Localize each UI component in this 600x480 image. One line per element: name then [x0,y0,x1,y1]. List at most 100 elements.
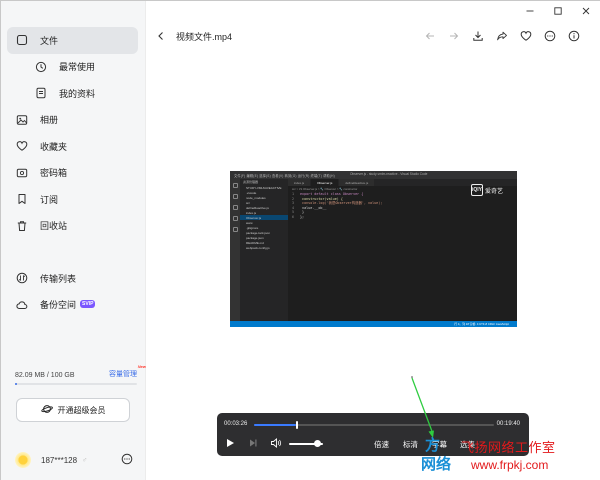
skip-next-icon [250,439,257,447]
image-icon [15,113,29,127]
storage-manage-link[interactable]: 容量管理 New [109,364,146,379]
video-vscode-activity-bar [230,179,240,321]
clock-icon [34,60,48,74]
video-vscode-body: 资源管理器 STUDY-VMLM-REACTIVE .vscode node_m… [230,179,517,321]
minimize-icon [526,10,534,12]
sidebar-item-backup[interactable]: 备份空间 SVIP [7,292,138,319]
more-icon[interactable] [121,453,133,467]
speed-button[interactable]: 倍速 [374,439,389,450]
video-vscode-titlebar: 文件(F) 编辑(E) 选择(S) 查看(V) 转到(G) 运行(R) 终端(T… [230,171,517,179]
bookmark-icon [15,192,29,206]
storage-info: 82.09 MB / 100 GB 容量管理 New [15,364,146,385]
sidebar-item-safe[interactable]: 密码箱 [7,160,138,187]
git-icon [232,205,238,210]
cloud-icon [15,298,29,312]
quality-button[interactable]: 标清 [403,439,418,450]
sidebar-item-label: 传输列表 [40,273,77,284]
gender-icon: ♂ [82,456,88,464]
progress-bar[interactable] [254,421,494,429]
progress-fill [254,424,296,426]
sidebar-item-subscribe[interactable]: 订阅 [7,186,138,213]
back-button[interactable] [154,29,168,43]
sidebar-item-label: 备份空间 [40,300,77,311]
volume-button[interactable] [268,436,284,450]
video-explorer-file: webpack.config.js [246,245,270,250]
explorer-icon [232,183,238,188]
viewer-tools [418,28,586,44]
video-vscode-explorer: 资源管理器 STUDY-VMLM-REACTIVE .vscode node_m… [240,179,288,321]
avatar[interactable] [15,452,31,468]
sidebar-item-files[interactable]: 文件 [7,27,138,54]
prev-icon [425,32,434,40]
svip-badge: SVIP [80,299,96,308]
prev-button[interactable] [418,28,442,44]
progress-knob[interactable] [296,421,298,429]
sidebar-item-label: 最常使用 [59,62,96,73]
open-vip-button[interactable]: 开通超级会员 [16,398,130,422]
extensions-icon [232,227,238,232]
more-icon [544,30,556,42]
sidebar-item-label: 收藏夹 [40,141,68,152]
user-panel: 187***128 ♂ [15,450,133,470]
share-button[interactable] [490,28,514,44]
storage-bar-fill [15,383,17,385]
volume-knob[interactable] [314,440,322,447]
video-status-text: 行 4，列 18 空格: 4 UTF-8 CRLF JavaScript [454,322,509,326]
favorite-icon [520,31,532,41]
info-button[interactable] [562,28,586,44]
next-episode-button[interactable] [246,436,260,450]
open-vip-label: 开通超级会员 [57,405,106,415]
watermark-logo: 方 网络 [420,432,460,476]
trash-icon [15,219,29,233]
video-vscode-statusbar: 行 4，列 18 空格: 4 UTF-8 CRLF JavaScript [230,321,517,327]
download-button[interactable] [466,28,490,44]
new-tag: New [137,364,146,369]
next-icon [450,32,459,40]
sidebar-item-favorites[interactable]: 收藏夹 [7,133,138,160]
play-button[interactable] [223,436,237,450]
favorite-button[interactable] [514,28,538,44]
transfer-icon [15,271,29,285]
close-icon [582,7,590,15]
video-code: 1 export default class Observer { 2 const… [292,192,382,220]
storage-manage-label: 容量管理 [109,371,137,378]
file-icon [15,33,29,47]
minimize-button[interactable] [516,1,544,21]
iqiyi-logo-mark: iQIY [470,184,483,196]
video-frame[interactable]: 文件(F) 编辑(E) 选择(S) 查看(V) 转到(G) 运行(R) 终端(T… [230,171,517,327]
current-time: 00:03:26 [224,421,248,427]
iqiyi-logo-text: 爱奇艺 [484,188,503,195]
info-icon [568,30,580,42]
maximize-button[interactable] [544,1,572,21]
watermark-logo-line1: 方 [425,436,441,454]
sidebar-item-trash[interactable]: 回收站 [7,213,138,240]
sidebar-item-label: 密码箱 [40,168,68,179]
sidebar-item-album[interactable]: 相册 [7,107,138,134]
sidebar-item-frequent[interactable]: 最常使用 [7,54,138,81]
safe-icon [15,166,29,180]
viewer-toolbar: 视频文件.mp4 [146,25,600,47]
watermark-logo-line2: 网络 [421,455,452,473]
video-breadcrumb: src > JS Observer.js > 🔧 Observer > 🔧 co… [292,187,358,191]
more-button[interactable] [538,28,562,44]
video-tab: defineReactive.js [339,179,375,186]
app-window: 文件 最常使用 我的资料 相册 收藏夹 密码箱 订阅 回收站 传输列表 备份空间… [0,0,600,480]
window-controls [460,1,600,21]
watermark-url: www.frpkj.com [471,458,549,472]
sidebar-item-my-data[interactable]: 我的资料 [7,80,138,107]
main-viewer: 视频文件.mp4 文件(F) 编辑(E) 选择(S) 查看(V) 转到(G) 运… [146,1,600,480]
video-explorer-file: STUDY-VMLM-REACTIVE [246,185,282,190]
sidebar-item-transfers[interactable]: 传输列表 [7,265,138,292]
sidebar-item-label: 文件 [40,35,59,46]
document-icon [34,86,48,100]
sidebar: 文件 最常使用 我的资料 相册 收藏夹 密码箱 订阅 回收站 传输列表 备份空间… [1,1,146,480]
planet-icon [40,403,53,417]
close-button[interactable] [572,1,600,21]
debug-icon [232,216,238,221]
storage-usage-text: 82.09 MB / 100 GB [15,372,75,379]
search-icon [232,194,238,199]
storage-row: 82.09 MB / 100 GB 容量管理 New [15,364,146,379]
next-button[interactable] [442,28,466,44]
play-icon [227,439,234,447]
